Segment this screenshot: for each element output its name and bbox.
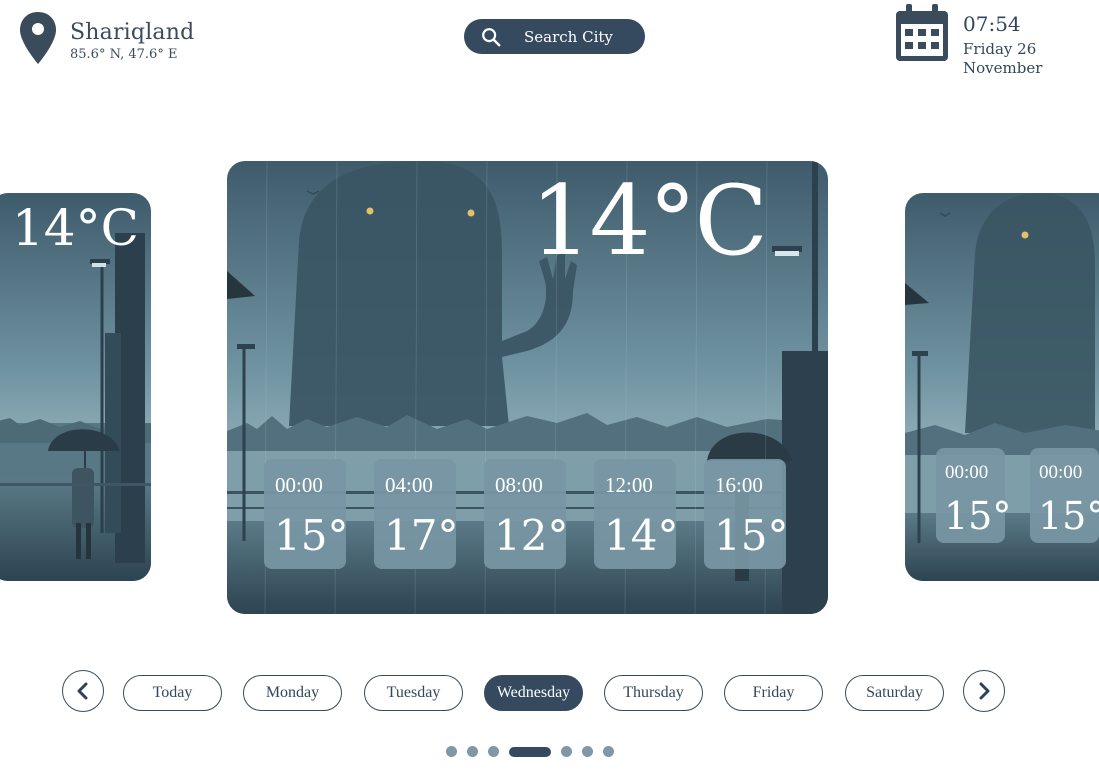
map-pin-icon: [20, 12, 56, 64]
card-temperature: 14°C: [530, 165, 768, 277]
day-tab-tuesday[interactable]: Tuesday: [364, 675, 463, 711]
hourly-temp: 14°: [604, 511, 679, 560]
day-tab-monday[interactable]: Monday: [243, 675, 342, 711]
search-city-button[interactable]: Search City: [464, 19, 645, 54]
hourly-tile: 16:00 15°: [704, 459, 789, 569]
hourly-tile: 12:00 14°: [594, 459, 679, 569]
search-label: Search City: [524, 27, 613, 46]
hourly-time: 08:00: [495, 473, 543, 497]
weather-card-next[interactable]: 00:00 15° 00:00 15°: [905, 193, 1099, 581]
day-tab-friday[interactable]: Friday: [724, 675, 823, 711]
hourly-tile: 00:00 15°: [936, 448, 1011, 543]
prev-day-button[interactable]: [62, 670, 104, 712]
hourly-forecast: 00:00 15° 00:00 15°: [936, 448, 1099, 543]
hourly-temp: 15°: [274, 511, 349, 560]
hourly-time: 00:00: [945, 462, 989, 483]
pagination-dot[interactable]: [582, 746, 593, 757]
weather-card-current[interactable]: 14°C 00:00 15° 04:00 17° 08:00 12° 12:00…: [227, 161, 828, 614]
chevron-right-icon: [979, 682, 990, 700]
pagination-dot[interactable]: [446, 746, 457, 757]
hourly-time: 04:00: [385, 473, 433, 497]
hourly-tile: 08:00 12°: [484, 459, 569, 569]
search-icon: [482, 27, 501, 46]
card-temperature: 14°C: [12, 199, 139, 257]
hourly-tile: 00:00 15°: [264, 459, 349, 569]
hourly-temp: 12°: [494, 511, 569, 560]
day-tab-wednesday[interactable]: Wednesday: [484, 675, 583, 711]
hourly-time: 16:00: [715, 473, 763, 497]
location-coords: 85.6° N, 47.6° E: [70, 47, 178, 62]
pagination-dot[interactable]: [561, 746, 572, 757]
carousel-pagination: [446, 746, 624, 757]
day-tab-thursday[interactable]: Thursday: [604, 675, 703, 711]
datetime-block: 07:54 Friday 26 November: [895, 4, 1042, 78]
hourly-temp: 15°: [1038, 494, 1099, 538]
pagination-dot[interactable]: [488, 746, 499, 757]
calendar-icon: [896, 4, 948, 61]
pagination-dot[interactable]: [603, 746, 614, 757]
current-date-day: Friday 26: [963, 40, 1037, 58]
pagination-dot[interactable]: [467, 746, 478, 757]
hourly-tile: 04:00 17°: [374, 459, 459, 569]
chevron-left-icon: [77, 682, 88, 700]
location-name: Shariqland: [70, 20, 195, 45]
hourly-temp: 15°: [944, 494, 1012, 538]
location-block: Shariqland 85.6° N, 47.6° E: [18, 10, 194, 66]
next-day-button[interactable]: [963, 670, 1005, 712]
day-tab-saturday[interactable]: Saturday: [845, 675, 944, 711]
hourly-tile: 00:00 15°: [1030, 448, 1099, 543]
pagination-dot-active[interactable]: [509, 746, 551, 757]
day-tab-today[interactable]: Today: [123, 675, 222, 711]
hourly-time: 00:00: [275, 473, 323, 497]
hourly-forecast: 00:00 15° 04:00 17° 08:00 12° 12:00 14° …: [264, 459, 814, 569]
hourly-time: 12:00: [605, 473, 653, 497]
current-date-month: November: [963, 59, 1043, 77]
hourly-temp: 17°: [384, 511, 459, 560]
weather-card-previous[interactable]: 14°C: [0, 193, 151, 581]
hourly-temp: 15°: [714, 511, 789, 560]
current-time: 07:54: [963, 12, 1021, 36]
hourly-time: 00:00: [1039, 462, 1083, 483]
